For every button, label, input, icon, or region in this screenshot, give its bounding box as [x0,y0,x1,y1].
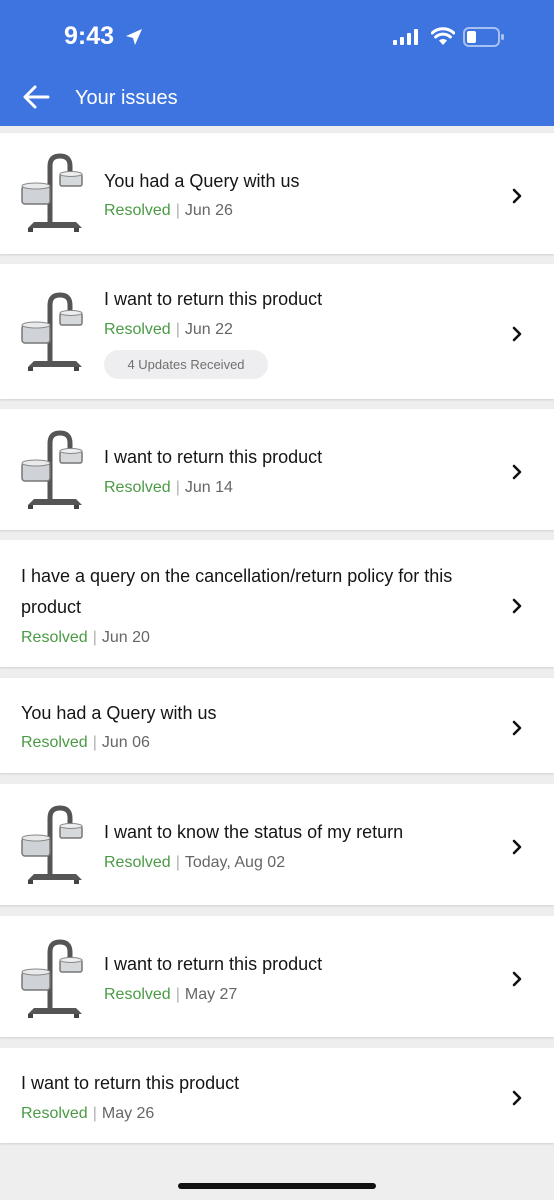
app-header: 9:43 Your issues [0,0,554,126]
issue-card[interactable]: You had a Query with us Resolved | Jun 26 [0,133,554,254]
separator: | [175,986,180,1003]
issue-title: I want to return this product [104,954,323,974]
page-title: Your issues [75,87,178,109]
separator: | [175,479,180,496]
cellular-signal-icon [393,29,418,45]
product-image [21,430,83,509]
home-indicator[interactable] [178,1183,376,1189]
issue-date: Today, Aug 02 [184,854,286,871]
chevron-right-icon [512,971,522,987]
separator: | [92,629,97,646]
status-label: Resolved [104,321,171,338]
issue-title: You had a Query with us [21,703,217,723]
separator: | [175,202,180,219]
issue-meta: Resolved | Jun 26 [104,201,233,221]
battery-icon [463,27,504,47]
issue-meta: Resolved | Jun 06 [21,733,150,753]
status-label: Resolved [21,629,88,646]
chevron-right-icon [512,188,522,204]
status-label: Resolved [21,734,88,751]
issue-title: I want to return this product [104,447,323,467]
issue-title: You had a Query with us [104,171,300,191]
issue-title: I have a query on the cancellation/retur… [21,566,453,617]
back-arrow-icon[interactable] [22,84,50,110]
chevron-right-icon [512,598,522,614]
status-label: Resolved [104,479,171,496]
issue-meta: Resolved | Jun 22 [104,320,233,340]
location-arrow-icon [126,29,142,45]
issue-title: I want to return this product [104,289,323,309]
issue-meta: Resolved | May 26 [21,1104,154,1124]
issue-meta: Resolved | Jun 20 [21,628,150,648]
issue-card[interactable]: I have a query on the cancellation/retur… [0,540,554,667]
status-time: 9:43 [64,22,115,50]
separator: | [92,1105,97,1122]
product-image [21,805,83,884]
product-image [21,153,83,232]
issue-meta: Resolved | Today, Aug 02 [104,853,285,873]
issue-meta: Resolved | Jun 14 [104,478,233,498]
chevron-right-icon [512,1090,522,1106]
status-label: Resolved [21,1105,88,1122]
issue-meta: Resolved | May 27 [104,985,237,1005]
status-label: Resolved [104,202,171,219]
chevron-right-icon [512,839,522,855]
status-label: Resolved [104,986,171,1003]
chevron-right-icon [512,326,522,342]
issue-title: I want to know the status of my return [104,822,404,842]
issue-card[interactable]: I want to return this product Resolved | J… [0,409,554,530]
product-image [21,292,83,371]
wifi-icon [431,27,455,45]
issue-date: Jun 22 [184,321,233,338]
issue-title: I want to return this product [21,1073,240,1093]
chevron-right-icon [512,720,522,736]
separator: | [175,321,180,338]
chevron-right-icon [512,464,522,480]
issue-card[interactable]: I want to know the status of my return R… [0,784,554,905]
issue-card[interactable]: I want to return this product Resolved | M… [0,916,554,1037]
separator: | [175,854,180,871]
issue-date: May 26 [101,1105,155,1122]
issue-date: Jun 14 [184,479,233,496]
issue-card[interactable]: I want to return this product Resolved | J… [0,264,554,399]
issue-date: Jun 06 [101,734,150,751]
issue-card[interactable]: I want to return this product Resolved | M… [0,1048,554,1143]
issue-date: May 27 [184,986,238,1003]
separator: | [92,734,97,751]
product-image [21,939,83,1018]
issue-date: Jun 20 [101,629,150,646]
updates-badge: 4 Updates Received [104,350,268,379]
status-label: Resolved [104,854,171,871]
issue-card[interactable]: You had a Query with us Resolved | Jun 06 [0,678,554,773]
issue-date: Jun 26 [184,202,233,219]
